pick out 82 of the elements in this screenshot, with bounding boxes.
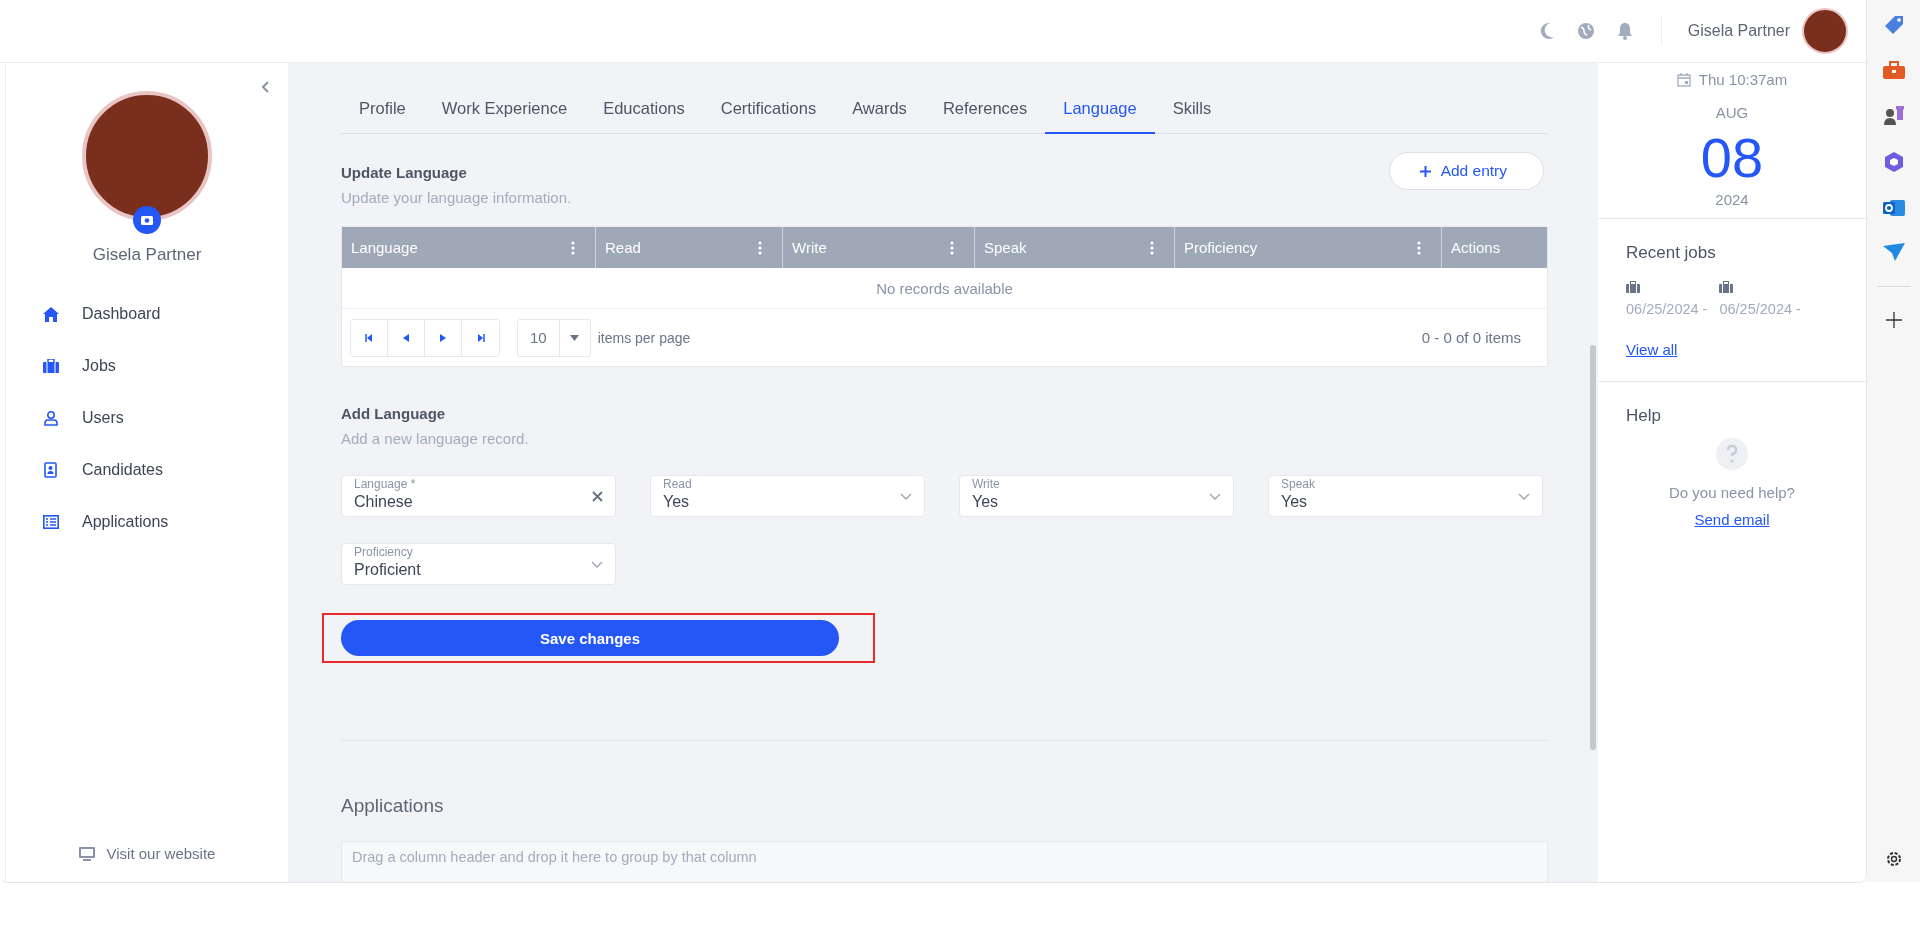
tab[interactable]: Certifications: [702, 93, 835, 134]
website-link[interactable]: Visit our website: [106, 845, 216, 862]
view-all-link[interactable]: View all: [1626, 340, 1678, 358]
chevron-down-icon: [1209, 492, 1221, 500]
moon-icon[interactable]: [1538, 22, 1555, 40]
chess-pieces-icon[interactable]: [1882, 104, 1905, 126]
next-page-icon: [440, 333, 446, 342]
group-hint: Drag a column header and drop it here to group by that column: [352, 849, 757, 865]
kebab-menu-icon[interactable]: [950, 240, 954, 255]
tab[interactable]: Language: [1045, 93, 1155, 134]
page-size-dropdown[interactable]: 10: [517, 318, 591, 357]
bell-icon[interactable]: [1616, 22, 1633, 40]
contact-card-icon: [42, 462, 60, 478]
last-page-icon: [476, 333, 485, 342]
section-title: Applications: [341, 795, 445, 817]
first-page-icon: [365, 333, 373, 342]
select-field[interactable]: Write Yes: [959, 475, 1234, 517]
scrollbar[interactable]: [1590, 345, 1596, 750]
briefcase-icon: [1719, 280, 1734, 293]
globe-icon[interactable]: [1576, 22, 1595, 40]
settings-icon[interactable]: [1884, 850, 1903, 868]
caret-down-icon: [570, 334, 580, 341]
home-icon: [42, 306, 60, 322]
month: AUG: [1715, 104, 1749, 121]
monitor-icon: [78, 846, 95, 861]
save-changes-button[interactable]: Save changes: [341, 620, 839, 656]
chevron-down-icon: [900, 492, 912, 500]
tab[interactable]: Educations: [585, 93, 703, 134]
tab[interactable]: References: [924, 93, 1046, 134]
select-field[interactable]: Proficiency Proficient: [341, 543, 616, 585]
plus-icon: [1419, 165, 1431, 177]
empty-message: No records available: [342, 268, 1547, 309]
kebab-menu-icon[interactable]: [758, 240, 762, 255]
list-icon: [42, 515, 60, 529]
section-subtitle: Update your language information.: [341, 189, 572, 206]
text-field[interactable]: Language * Chinese: [341, 475, 616, 517]
briefcase-icon: [1626, 280, 1640, 293]
current-time: Thu 10:37am: [1698, 71, 1788, 88]
toolbox-icon[interactable]: [1882, 61, 1905, 79]
tab[interactable]: Work Experience: [423, 93, 586, 134]
kebab-menu-icon[interactable]: [571, 240, 575, 255]
section-subtitle: Add a new language record.: [341, 430, 530, 447]
clear-icon[interactable]: [592, 490, 603, 502]
nav-item[interactable]: Jobs: [42, 357, 288, 375]
select-field[interactable]: Speak Yes: [1268, 475, 1543, 517]
add-entry-button[interactable]: Add entry: [1388, 152, 1544, 190]
avatar[interactable]: [1802, 8, 1848, 54]
question-icon: [1716, 437, 1748, 470]
mail-app-icon[interactable]: [1882, 198, 1905, 218]
section-title: Update Language: [341, 164, 468, 181]
nav-item[interactable]: Dashboard: [42, 305, 288, 323]
help-question: Do you need help?: [1669, 483, 1795, 501]
page-size-label: items per page: [597, 329, 691, 346]
tab[interactable]: Awards: [834, 93, 925, 134]
user-name[interactable]: Gisela Partner: [1687, 22, 1790, 40]
send-email-link[interactable]: Send email: [1694, 510, 1770, 528]
tab[interactable]: Skills: [1154, 93, 1230, 134]
panel-title: Recent jobs: [1626, 242, 1717, 263]
nav-item[interactable]: Applications: [42, 513, 288, 531]
nav-item[interactable]: Users: [42, 409, 288, 427]
first-page-button[interactable]: [351, 319, 388, 356]
chevron-down-icon: [591, 560, 603, 568]
user-icon: [42, 410, 60, 426]
section-title: Add Language: [341, 405, 447, 422]
chevron-left-icon[interactable]: [262, 81, 270, 93]
nav-item[interactable]: Candidates: [42, 461, 288, 479]
select-field[interactable]: Read Yes: [650, 475, 925, 517]
camera-icon[interactable]: [132, 205, 162, 235]
tab[interactable]: Profile: [341, 93, 424, 134]
user-name: Gisela Partner: [92, 245, 202, 265]
year: 2024: [1715, 190, 1749, 208]
paper-plane-icon[interactable]: [1882, 243, 1905, 261]
pager-summary: 0 - 0 of 0 items: [1421, 329, 1521, 346]
plus-icon[interactable]: [1885, 312, 1902, 328]
previous-page-icon: [403, 333, 409, 342]
chevron-down-icon: [1518, 492, 1530, 500]
kebab-menu-icon[interactable]: [1417, 240, 1421, 255]
day-number: 08: [1700, 127, 1764, 189]
calendar-icon: [1676, 72, 1691, 87]
briefcase-icon: [42, 359, 60, 373]
panel-title: Help: [1626, 405, 1661, 426]
kebab-menu-icon[interactable]: [1150, 240, 1154, 255]
